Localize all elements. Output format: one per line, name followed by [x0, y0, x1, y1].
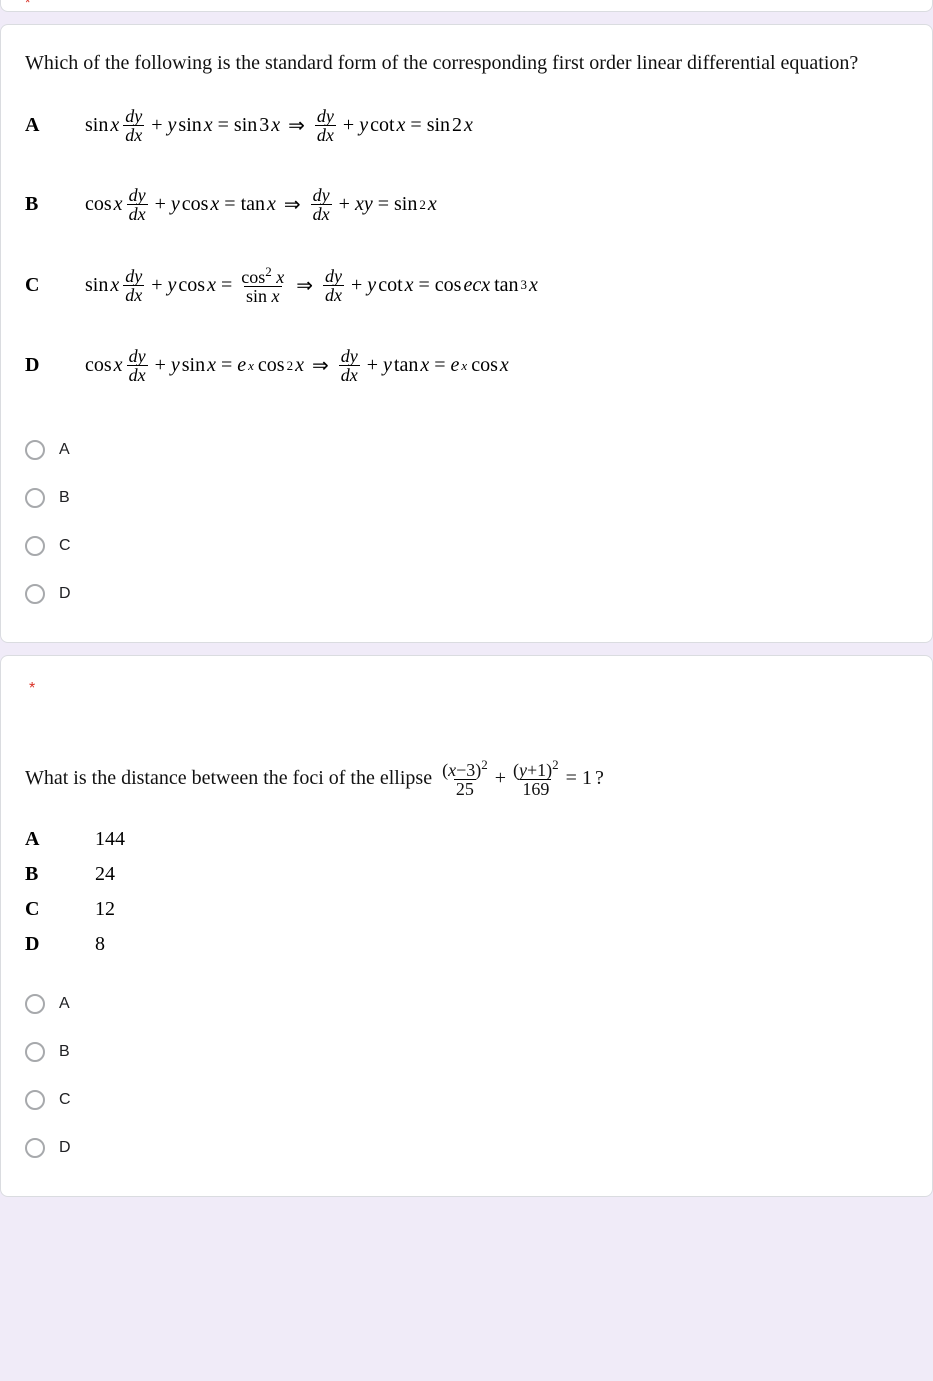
radio-icon — [25, 536, 45, 556]
q1-radio-C[interactable]: C — [25, 522, 908, 570]
q1-option-D-label: D — [25, 354, 85, 377]
q2-option-B-value: 24 — [95, 863, 115, 886]
q2-required: * — [25, 680, 908, 698]
q2-frac-1: (x−3)2 25 — [440, 758, 490, 798]
radio-icon — [25, 440, 45, 460]
q1-radio-C-label: C — [59, 537, 71, 555]
radio-icon — [25, 488, 45, 508]
q2-frac-2: (y+1)2 169 — [511, 758, 561, 798]
q1-option-C-equation: sin x dydx +y cos x = cos2 xsin x ⇒ dydx… — [85, 265, 908, 305]
q1-option-D-equation: cos x dydx +y sin x = ex cos2 x ⇒ dydx +… — [85, 347, 908, 384]
q2-option-C-value: 12 — [95, 898, 115, 921]
q1-radio-A-label: A — [59, 441, 70, 459]
radio-icon — [25, 1042, 45, 1062]
radio-icon — [25, 1090, 45, 1110]
q2-options-list: A 144 B 24 C 12 D 8 — [25, 828, 908, 956]
q1-radio-B-label: B — [59, 489, 70, 507]
q2-option-B-row: B 24 — [25, 863, 908, 886]
q2-option-B-label: B — [25, 863, 95, 886]
question-card-1: Which of the following is the standard f… — [0, 24, 933, 643]
q1-option-A-equation: sinx dydx +y sin x = sin 3x ⇒ dydx +y co… — [85, 107, 908, 144]
q2-radio-group: A B C D — [25, 980, 908, 1172]
radio-icon — [25, 994, 45, 1014]
q2-option-A-row: A 144 — [25, 828, 908, 851]
q2-option-D-value: 8 — [95, 933, 105, 956]
required-indicator: * — [25, 0, 30, 10]
q1-option-B-label: B — [25, 193, 85, 216]
radio-icon — [25, 584, 45, 604]
q2-option-C-label: C — [25, 898, 95, 921]
q2-radio-C-label: C — [59, 1091, 71, 1109]
plus-sign: + — [495, 764, 506, 792]
q2-radio-A-label: A — [59, 995, 70, 1013]
q2-radio-B[interactable]: B — [25, 1028, 908, 1076]
q2-prompt-post: ? — [595, 764, 604, 792]
q1-option-A-row: A sinx dydx +y sin x = sin 3x ⇒ dydx +y … — [25, 107, 908, 144]
q1-radio-D[interactable]: D — [25, 570, 908, 618]
q1-option-A-label: A — [25, 114, 85, 137]
q2-radio-B-label: B — [59, 1043, 70, 1061]
q1-radio-B[interactable]: B — [25, 474, 908, 522]
q2-option-A-value: 144 — [95, 828, 125, 851]
q2-radio-D[interactable]: D — [25, 1124, 908, 1172]
q1-option-C-row: C sin x dydx +y cos x = cos2 xsin x ⇒ dy… — [25, 265, 908, 305]
q1-option-D-row: D cos x dydx +y sin x = ex cos2 x ⇒ dydx… — [25, 347, 908, 384]
q1-option-C-label: C — [25, 274, 85, 297]
q1-radio-A[interactable]: A — [25, 426, 908, 474]
q2-prompt-text: What is the distance between the foci of… — [25, 764, 432, 792]
eq-one: = 1 — [566, 764, 592, 792]
q1-radio-group: A B C D — [25, 426, 908, 618]
q1-option-B-equation: cos x dydx +y cos x = tan x ⇒ dydx +xy =… — [85, 186, 908, 223]
q2-option-C-row: C 12 — [25, 898, 908, 921]
q2-option-A-label: A — [25, 828, 95, 851]
q1-radio-D-label: D — [59, 585, 71, 603]
q2-radio-D-label: D — [59, 1139, 71, 1157]
q2-radio-A[interactable]: A — [25, 980, 908, 1028]
previous-card-stub: * — [0, 0, 933, 12]
q2-radio-C[interactable]: C — [25, 1076, 908, 1124]
q1-prompt-text: Which of the following is the standard f… — [25, 52, 858, 74]
question-2-prompt: What is the distance between the foci of… — [25, 758, 908, 798]
question-1-prompt: Which of the following is the standard f… — [25, 49, 908, 77]
radio-icon — [25, 1138, 45, 1158]
q1-option-B-row: B cos x dydx +y cos x = tan x ⇒ dydx +xy… — [25, 186, 908, 223]
q2-option-D-row: D 8 — [25, 933, 908, 956]
question-card-2: * What is the distance between the foci … — [0, 655, 933, 1197]
q2-option-D-label: D — [25, 933, 95, 956]
